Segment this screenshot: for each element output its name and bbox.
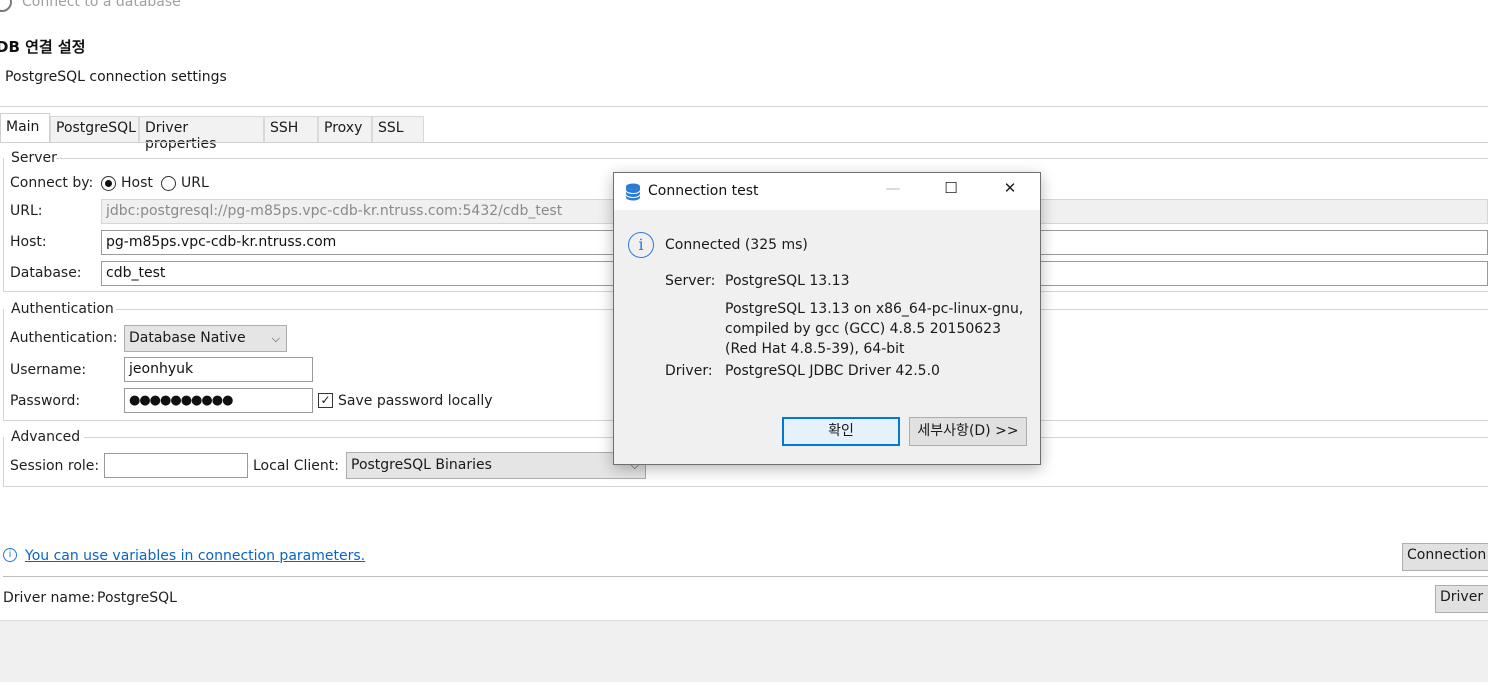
database-label: Database: xyxy=(10,265,82,281)
info-icon: i xyxy=(628,232,654,258)
save-password-label[interactable]: Save password locally xyxy=(338,393,493,409)
url-label: URL: xyxy=(10,203,43,219)
tab-main[interactable]: Main xyxy=(0,113,50,143)
advanced-group-label: Advanced xyxy=(11,429,81,445)
variables-link[interactable]: You can use variables in connection para… xyxy=(25,548,365,564)
host-label: Host: xyxy=(10,234,47,250)
close-icon[interactable]: ✕ xyxy=(995,179,1025,203)
password-label: Password: xyxy=(10,393,81,409)
dialog-title: Connection test xyxy=(648,183,759,199)
database-icon xyxy=(625,183,641,201)
host-radio-label[interactable]: Host xyxy=(121,175,153,191)
authentication-select-value: Database Native xyxy=(129,330,246,346)
authentication-label: Authentication: xyxy=(10,330,118,346)
info-icon: i xyxy=(3,548,17,562)
footer-divider xyxy=(3,576,1488,577)
chevron-down-icon: ⌵ xyxy=(271,332,280,345)
connection-status: Connected (325 ms) xyxy=(665,237,808,253)
tab-proxy[interactable]: Proxy xyxy=(318,116,372,142)
ok-button[interactable]: 확인 xyxy=(782,417,900,446)
tab-driver-properties[interactable]: Driver properties xyxy=(139,116,264,152)
server-group-label: Server xyxy=(11,150,57,166)
password-field[interactable]: ●●●●●●●●●● xyxy=(124,388,313,413)
page-subtitle: PostgreSQL connection settings xyxy=(5,69,227,85)
details-button[interactable]: 세부사항(D) >> xyxy=(909,417,1027,446)
bottom-button-bar xyxy=(0,620,1488,682)
local-client-select[interactable]: PostgreSQL Binaries ⌵ xyxy=(346,452,646,479)
connection-button[interactable]: Connection xyxy=(1402,543,1488,571)
driver-name-label: Driver name: xyxy=(3,590,95,606)
authentication-select[interactable]: Database Native ⌵ xyxy=(124,325,287,352)
connect-by-label: Connect by: xyxy=(10,175,94,191)
server-label: Server: xyxy=(665,273,716,289)
tab-postgresql[interactable]: PostgreSQL xyxy=(50,116,139,142)
driver-settings-button[interactable]: Driver S xyxy=(1435,585,1488,613)
app-icon xyxy=(0,0,12,12)
auth-group-label: Authentication xyxy=(11,301,114,317)
header-divider xyxy=(0,106,1488,107)
auth-group-left-border xyxy=(3,309,4,421)
save-password-checkbox[interactable]: ✓ xyxy=(318,393,333,408)
driver-name-value: PostgreSQL xyxy=(97,590,177,606)
page-title: DB 연결 설정 xyxy=(0,38,86,56)
tab-ssh[interactable]: SSH xyxy=(264,116,318,142)
username-field[interactable]: jeonhyuk xyxy=(124,357,313,382)
dialog-titlebar: Connection test — ☐ ✕ xyxy=(614,173,1040,210)
server-group-border xyxy=(56,158,1488,159)
advanced-group-bottom-border xyxy=(3,486,1488,487)
url-radio-label[interactable]: URL xyxy=(181,175,209,191)
server-version: PostgreSQL 13.13 xyxy=(725,273,850,289)
server-group-left-border xyxy=(3,158,4,292)
advanced-group-left-border xyxy=(3,437,4,487)
driver-value: PostgreSQL JDBC Driver 42.5.0 xyxy=(725,363,940,379)
session-role-label: Session role: xyxy=(10,458,100,474)
minimize-icon[interactable]: — xyxy=(878,179,908,203)
driver-label: Driver: xyxy=(665,363,713,379)
connection-test-dialog: Connection test — ☐ ✕ i Connected (325 m… xyxy=(613,172,1041,465)
local-client-select-value: PostgreSQL Binaries xyxy=(351,457,492,473)
local-client-label: Local Client: xyxy=(253,458,339,474)
username-label: Username: xyxy=(10,362,87,378)
tab-content-border xyxy=(0,142,1488,143)
host-radio[interactable] xyxy=(101,176,116,191)
window-title: Connect to a database xyxy=(22,0,181,10)
session-role-field[interactable] xyxy=(104,453,248,478)
tab-ssl[interactable]: SSL xyxy=(372,116,424,142)
url-radio[interactable] xyxy=(161,176,176,191)
maximize-icon[interactable]: ☐ xyxy=(936,179,966,203)
server-version-detail: PostgreSQL 13.13 on x86_64-pc-linux-gnu,… xyxy=(725,301,1024,357)
